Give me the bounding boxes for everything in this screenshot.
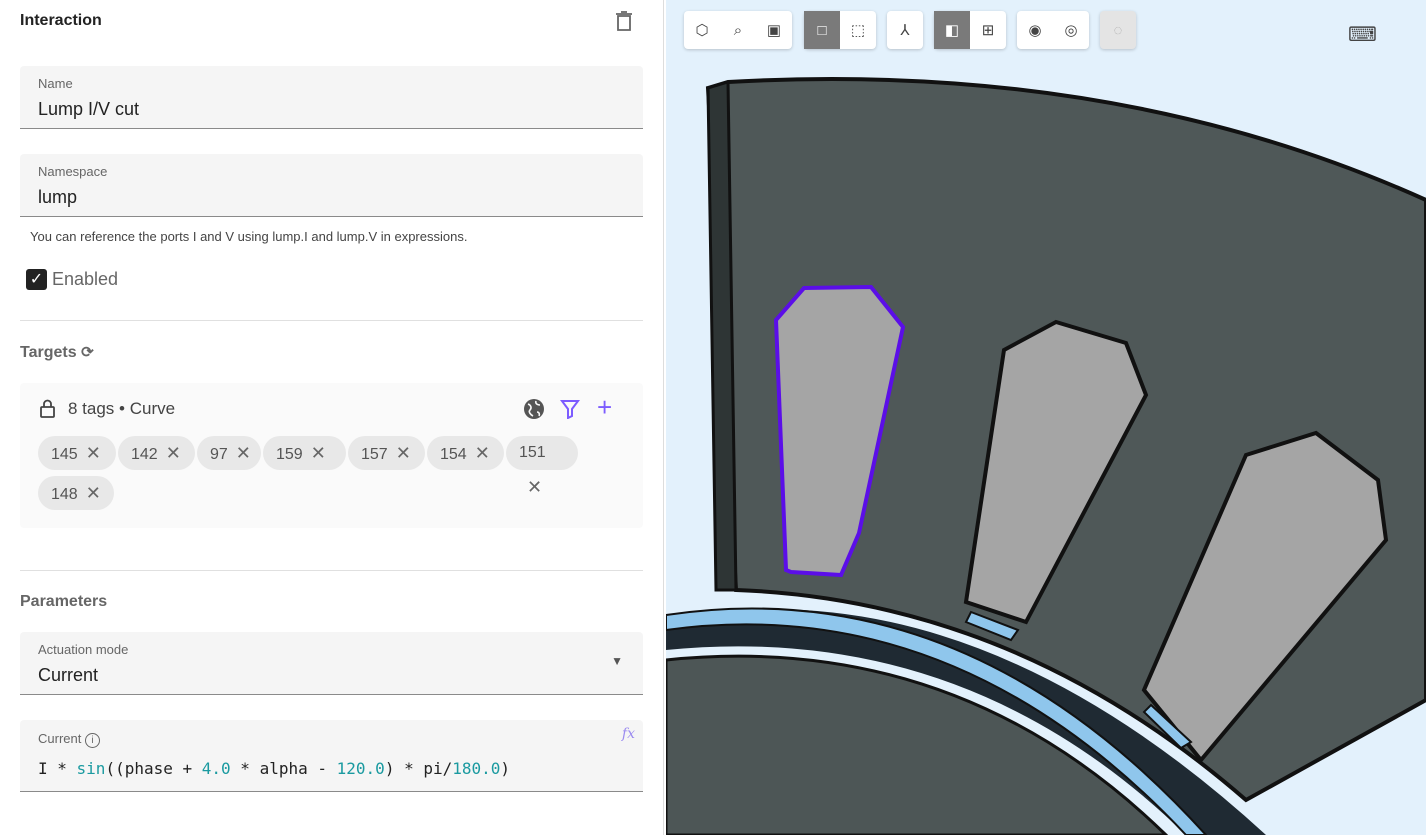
tag-label: 97 <box>210 446 228 463</box>
function-icon[interactable]: fx <box>622 726 635 742</box>
panel-title: Interaction <box>20 12 102 29</box>
refresh-icon[interactable]: ⟳ <box>81 344 94 361</box>
actuation-mode-select[interactable]: Actuation mode Current ▼ <box>20 632 643 695</box>
add-target-icon[interactable]: + <box>597 392 612 423</box>
enabled-label[interactable]: Enabled <box>52 269 118 290</box>
expr-part: 4.0 <box>201 759 231 778</box>
remove-tag-icon[interactable]: ✕ <box>396 436 411 470</box>
info-icon[interactable]: i <box>84 733 100 748</box>
remove-tag-icon[interactable]: ✕ <box>236 436 251 470</box>
remove-tag-icon[interactable]: ✕ <box>166 436 181 470</box>
tag-chip[interactable]: 142 ✕ <box>118 436 195 470</box>
tag-chip[interactable]: 148 ✕ <box>38 476 114 510</box>
toolbar-group: □ ⬚ <box>804 11 876 49</box>
targets-title: Targets ⟳ <box>20 343 94 362</box>
namespace-value[interactable]: lump <box>38 187 77 208</box>
targets-title-text: Targets <box>20 344 77 361</box>
tag-label: 157 <box>361 446 388 463</box>
expr-part: ((phase + <box>105 759 202 778</box>
enabled-checkbox[interactable]: ✓ <box>26 269 47 290</box>
show-icon[interactable]: ◎ <box>1053 11 1089 49</box>
delete-icon[interactable] <box>614 10 634 32</box>
expr-part: * alpha - <box>230 759 337 778</box>
namespace-help: You can reference the ports I and V usin… <box>30 229 468 244</box>
remove-tag-icon[interactable]: ✕ <box>86 476 101 510</box>
name-field[interactable]: Name Lump I/V cut <box>20 66 643 129</box>
remove-tag-icon[interactable]: ✕ <box>311 436 326 470</box>
parameters-title: Parameters <box>20 593 108 610</box>
current-expression[interactable]: I * sin((phase + 4.0 * alpha - 120.0) * … <box>38 759 510 778</box>
section-icon[interactable]: ◧ <box>934 11 970 49</box>
namespace-field[interactable]: Namespace lump <box>20 154 643 217</box>
toolbar-group: ◉ ◎ <box>1017 11 1089 49</box>
globe-icon[interactable] <box>523 398 545 420</box>
zoom-box-icon[interactable]: ▣ <box>756 11 792 49</box>
actuation-mode-label: Actuation mode <box>38 642 129 657</box>
tag-label: 159 <box>276 446 303 463</box>
solid-select-icon[interactable]: □ <box>804 11 840 49</box>
tag-chip[interactable]: 151✕ <box>506 436 578 497</box>
divider <box>20 320 643 321</box>
toolbar-group: ◧ ⊞ <box>934 11 1006 49</box>
axes-icon[interactable]: ⅄ <box>887 11 923 49</box>
remove-tag-icon[interactable]: ✕ <box>475 436 490 470</box>
targets-box: 8 tags • Curve + 145 ✕ 142 ✕ 97 ✕ 159 ✕ 157 ✕ 154 ✕… <box>20 383 643 528</box>
remove-tag-icon[interactable]: ✕ <box>527 470 542 504</box>
box-select-icon[interactable]: ⬚ <box>840 11 876 49</box>
tag-label: 145 <box>51 446 78 463</box>
targets-summary: 8 tags • Curve <box>68 399 176 418</box>
remove-tag-icon[interactable]: ✕ <box>86 436 101 470</box>
zoom-fit-icon[interactable]: ⌕ <box>720 11 756 49</box>
name-label: Name <box>38 76 73 91</box>
tag-chip[interactable]: 145 ✕ <box>38 436 116 470</box>
3d-viewport[interactable]: ⬡ ⌕ ▣ □ ⬚ ⅄ ◧ ⊞ ◉ ◎ ◌ ⌨ <box>666 0 1426 835</box>
keyboard-icon[interactable]: ⌨ <box>1348 22 1377 47</box>
expr-part: 120.0 <box>336 759 385 778</box>
actuation-mode-value: Current <box>38 665 99 685</box>
interaction-panel: Interaction Name Lump I/V cut Namespace … <box>0 0 664 835</box>
tag-chip[interactable]: 97 ✕ <box>197 436 261 470</box>
tag-label: 142 <box>131 446 158 463</box>
lock-icon <box>40 399 55 418</box>
tag-label: 148 <box>51 486 78 503</box>
filter-icon[interactable] <box>560 399 580 419</box>
namespace-label: Namespace <box>38 164 108 179</box>
divider <box>20 570 643 571</box>
focus-icon[interactable]: ⬡ <box>684 11 720 49</box>
hide-icon[interactable]: ◉ <box>1017 11 1053 49</box>
name-value[interactable]: Lump I/V cut <box>38 99 139 120</box>
current-label-text: Current <box>38 731 82 746</box>
tag-chip[interactable]: 157 ✕ <box>348 436 425 470</box>
tag-label: 154 <box>440 446 467 463</box>
current-label: Current i <box>38 731 100 748</box>
show-all-icon[interactable]: ◌ <box>1100 11 1136 49</box>
chevron-down-icon[interactable]: ▼ <box>611 654 623 668</box>
expr-part: sin <box>76 759 106 778</box>
toolbar-group: ⅄ <box>887 11 923 49</box>
grid-icon[interactable]: ⊞ <box>970 11 1006 49</box>
expr-part: ) * pi/ <box>384 759 453 778</box>
expr-part: I * <box>38 759 77 778</box>
toolbar-group: ⬡ ⌕ ▣ <box>684 11 792 49</box>
expr-part: 180.0 <box>452 759 501 778</box>
tag-label: 151 <box>519 444 546 461</box>
toolbar-group: ◌ <box>1100 11 1136 49</box>
tag-chip[interactable]: 159 ✕ <box>263 436 346 470</box>
current-expression-field[interactable]: Current i fx I * sin((phase + 4.0 * alph… <box>20 720 643 792</box>
tag-chip[interactable]: 154 ✕ <box>427 436 504 470</box>
model-scene[interactable] <box>666 0 1426 835</box>
expr-part: ) <box>500 759 511 778</box>
